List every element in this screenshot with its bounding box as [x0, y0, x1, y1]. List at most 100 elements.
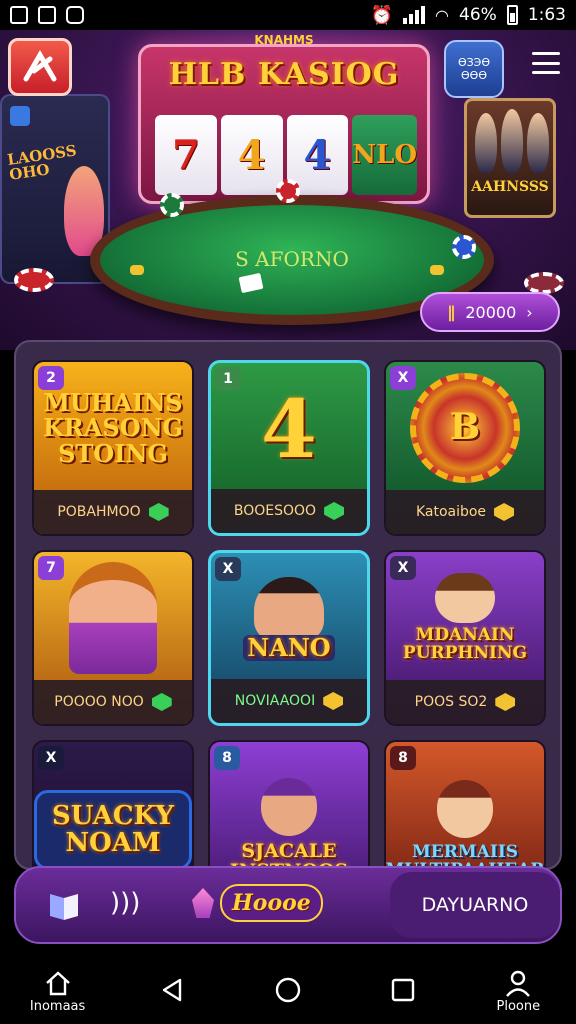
gem-icon	[151, 693, 172, 711]
gem-icon	[324, 502, 345, 520]
jackpot-button[interactable]: ∥ 20000 ›	[420, 292, 560, 332]
slot-screen-icon	[10, 106, 30, 126]
table-label: S AFORNO	[235, 247, 349, 271]
dealer-figure	[501, 109, 523, 173]
game-badge: 2	[38, 366, 64, 390]
right-screen: AAHNSSS	[464, 98, 556, 218]
menu-icon-line	[532, 61, 560, 65]
game-card[interactable]: SUACKY NOAM X	[32, 740, 194, 868]
deposit-label: DAYUARNO	[421, 894, 529, 916]
reel-2: 4	[220, 115, 283, 195]
gem-icon	[323, 692, 344, 710]
menu-button[interactable]	[532, 52, 560, 74]
slot-top-label: KNAHMS	[254, 33, 314, 47]
game-footer-text: POBAHMOO	[57, 504, 141, 520]
signal-icon	[403, 6, 426, 24]
game-footer-text: BOOESOOO	[233, 503, 317, 519]
image-notification-icon	[10, 6, 28, 24]
recents-icon	[391, 978, 415, 1002]
right-screen-title: AAHNSSS	[471, 179, 549, 195]
book-icon[interactable]	[46, 888, 82, 924]
game-title: NANO	[243, 635, 335, 661]
game-card[interactable]: MUHAINS KRASONG STOING 2 POBAHMOO	[32, 360, 194, 536]
game-badge: X	[38, 746, 64, 770]
jackpot-icon: ∥	[447, 302, 456, 322]
game-footer-text: NOVIAAOOI	[234, 693, 316, 709]
game-badge: X	[390, 366, 416, 390]
game-footer: Katoaiboe	[386, 490, 544, 534]
system-nav-bar: Inomaas Ploone	[0, 958, 576, 1024]
battery-icon	[506, 5, 518, 25]
game-footer-text: Katoaiboe	[415, 504, 487, 520]
notification-icons	[10, 6, 84, 24]
chip-stack-icon	[524, 272, 564, 294]
nav-profile[interactable]: Ploone	[473, 969, 563, 1014]
vip-badge-button[interactable]: ӨЗЭӨ ӨӨӨ	[444, 40, 504, 98]
sound-icon[interactable]: )))	[110, 888, 140, 918]
profile-icon	[506, 970, 531, 997]
game-card[interactable]: NANO X NOVIAAOOI	[208, 550, 370, 726]
chip-icon	[452, 235, 476, 259]
play-notification-icon	[66, 6, 84, 24]
wifi-icon: ◠	[435, 5, 450, 25]
wheel-icon: B	[410, 373, 520, 483]
game-title: MDANAIN PURPHNING	[402, 625, 528, 663]
clock: 1:63	[527, 5, 566, 25]
menu-icon-line	[532, 52, 560, 55]
slot-title: HLB KASIOG	[168, 57, 400, 92]
game-badge: 8	[214, 746, 240, 770]
back-icon	[162, 978, 181, 1002]
menu-icon-line	[532, 71, 560, 74]
dealer-figure	[475, 113, 497, 173]
game-card[interactable]: SJACALE INSTNOOS 8	[208, 740, 370, 868]
game-footer: BOOESOOO	[211, 489, 367, 533]
reel-4: NLO	[352, 115, 417, 195]
nav-home[interactable]: Inomaas	[13, 969, 103, 1014]
logo-icon	[23, 50, 57, 82]
game-card[interactable]: 4 1 BOOESOOO	[208, 360, 370, 536]
nav-profile-label: Ploone	[496, 998, 541, 1014]
bottom-action-bar: ))) Hoooe DAYUARNO	[14, 866, 562, 944]
jackpot-value: 20000	[465, 302, 517, 322]
game-title: 4	[261, 382, 317, 476]
nav-back[interactable]	[128, 976, 218, 1006]
home-label: Hoooe	[220, 884, 323, 922]
game-card[interactable]: MERMAIIS MULTIPAAHEAR 8	[384, 740, 546, 868]
game-title: MUHAINS KRASONG STOING	[42, 388, 184, 468]
game-badge: X	[390, 556, 416, 580]
nav-home-label: Inomaas	[29, 998, 86, 1014]
character-avatar	[69, 562, 157, 674]
game-footer: NOVIAAOOI	[211, 679, 367, 723]
deposit-button[interactable]: DAYUARNO	[390, 872, 560, 938]
edit-notification-icon	[38, 6, 56, 24]
gem-icon	[495, 693, 516, 711]
game-card[interactable]: B X Katoaiboe	[384, 360, 546, 536]
game-badge: 8	[390, 746, 416, 770]
gem-crown-icon	[192, 888, 214, 918]
gem-icon	[148, 503, 169, 521]
game-card[interactable]: MDANAIN PURPHNING X POOS SO2	[384, 550, 546, 726]
dealer-figure	[527, 113, 549, 173]
character-avatar	[437, 780, 493, 839]
chip-icon	[276, 179, 300, 203]
reel-1: 7	[155, 115, 217, 195]
app-logo-button[interactable]	[8, 38, 72, 96]
circle-home-icon	[275, 977, 301, 1003]
home-button[interactable]: Hoooe	[192, 884, 323, 922]
game-card[interactable]: 7 POOOO NOO	[32, 550, 194, 726]
chip-stack-icon	[14, 268, 54, 292]
chip-icon	[160, 193, 184, 217]
game-badge: X	[215, 557, 241, 581]
battery-percent: 46%	[459, 5, 497, 25]
hero-banner: LAOOSS OHO KNAHMS HLB KASIOG 7 4 4 NLO Ө…	[0, 30, 576, 350]
nav-recents[interactable]	[358, 976, 448, 1006]
game-footer: POOOO NOO	[34, 680, 192, 724]
game-footer-text: POOOO NOO	[54, 694, 144, 710]
game-footer: POOS SO2	[386, 680, 544, 724]
game-badge: 7	[38, 556, 64, 580]
status-bar: ⏰ ◠ 46% 1:63	[0, 0, 576, 30]
alarm-icon: ⏰	[370, 4, 394, 26]
game-grid: MUHAINS KRASONG STOING 2 POBAHMOO 4 1 BO…	[32, 360, 546, 868]
card-icon	[238, 272, 264, 294]
nav-home-circle[interactable]	[243, 976, 333, 1006]
